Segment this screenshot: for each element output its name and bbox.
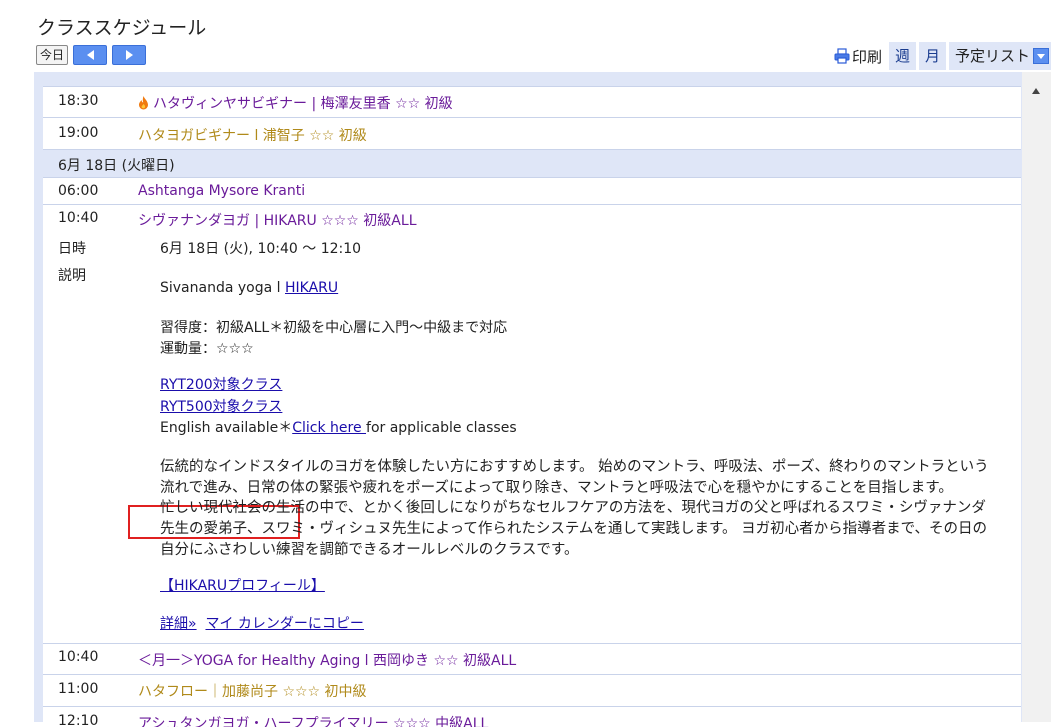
copy-to-calendar-link[interactable]: マイ カレンダーにコピー bbox=[205, 616, 363, 632]
event-title[interactable]: ハタフロー｜加藤尚子 ☆☆☆ 初中級 bbox=[138, 681, 367, 701]
dropdown-button[interactable] bbox=[1033, 48, 1049, 64]
event-row-expanded[interactable]: 10:40 シヴァナンダヨガ | HIKARU ☆☆☆ 初級ALL 日時 説明 … bbox=[43, 205, 1021, 644]
ryt200-link[interactable]: RYT200対象クラス bbox=[160, 377, 282, 393]
tab-week[interactable]: 週 bbox=[888, 42, 916, 70]
event-time: 19:00 bbox=[58, 125, 99, 141]
level-text: 習得度：初級ALL＊初級を中心層に入門～中級まで対応 bbox=[160, 320, 508, 336]
event-time: 10:40 bbox=[58, 210, 99, 226]
print-button[interactable]: 印刷 bbox=[834, 46, 882, 67]
next-button[interactable] bbox=[112, 45, 147, 65]
paragraph-line: 忙しい現代社会の生活の中で、とかく後回しになりがちなセルフケアの方法を、現代ヨガ… bbox=[160, 500, 986, 516]
description-label: 説明 bbox=[58, 268, 86, 284]
navigation-toolbar: 今日 bbox=[36, 45, 147, 65]
event-row[interactable]: 11:00 ハタフロー｜加藤尚子 ☆☆☆ 初中級 bbox=[43, 675, 1021, 707]
view-toolbar: 印刷 週 月 予定リスト bbox=[834, 42, 1051, 70]
event-row[interactable]: 06:00 Ashtanga Mysore Kranti bbox=[43, 178, 1021, 205]
chevron-down-icon bbox=[1037, 53, 1045, 59]
action-links: 詳細» マイ カレンダーにコピー bbox=[160, 613, 364, 633]
paragraph-line: 流れで進み、日常の体の緊張や疲れをポーズによって取り除き、マントラと呼吸法で心を… bbox=[160, 480, 953, 496]
event-datetime: 6月 18日 (火), 10:40 ～ 12:10 bbox=[160, 241, 362, 257]
click-here-link[interactable]: Click here bbox=[292, 420, 366, 436]
print-label: 印刷 bbox=[851, 47, 882, 66]
tab-month[interactable]: 月 bbox=[918, 42, 946, 70]
paragraph-line: 自分にふさわしい練習を調節できるオールレベルのクラスです。 bbox=[160, 542, 579, 558]
event-time: 11:00 bbox=[58, 681, 99, 697]
paragraph-line: 先生の愛弟子、スワミ・ヴィシュヌ先生によって作られたシステムを通して実践します。… bbox=[160, 521, 988, 537]
event-time: 10:40 bbox=[58, 649, 99, 665]
event-row[interactable]: 19:00 ハタヨガビギナー l 浦智子 ☆☆ 初級 bbox=[43, 118, 1021, 150]
today-button[interactable]: 今日 bbox=[36, 45, 69, 65]
profile-link[interactable]: 【HIKARUプロフィール】 bbox=[160, 578, 325, 594]
ryt200-line: RYT200対象クラス bbox=[160, 374, 282, 394]
event-row[interactable]: 12:10 アシュタンガヨガ・ハーフプライマリー ☆☆☆ 中級ALL bbox=[43, 707, 1021, 727]
ryt500-link[interactable]: RYT500対象クラス bbox=[160, 399, 282, 415]
agenda-list[interactable]: 18:30 ハタヴィンヤサビギナー | 梅澤友里香 ☆☆ 初級 19:00 ハタ… bbox=[43, 86, 1021, 727]
event-time: 12:10 bbox=[58, 713, 99, 727]
hikaru-link[interactable]: HIKARU bbox=[285, 280, 338, 296]
event-row[interactable]: 18:30 ハタヴィンヤサビギナー | 梅澤友里香 ☆☆ 初級 bbox=[43, 87, 1021, 118]
event-title[interactable]: ハタヨガビギナー l 浦智子 ☆☆ 初級 bbox=[138, 125, 367, 145]
description-prefix: Sivananda yoga l bbox=[160, 280, 285, 296]
event-title[interactable]: ハタヴィンヤサビギナー | 梅澤友里香 ☆☆ 初級 bbox=[138, 93, 453, 113]
date-header-label: 6月 18日 (火曜日) bbox=[58, 158, 175, 174]
date-header: 6月 18日 (火曜日) bbox=[43, 150, 1021, 178]
arrow-right-icon bbox=[125, 50, 133, 60]
english-suffix: for applicable classes bbox=[366, 420, 517, 436]
scrollbar[interactable] bbox=[1022, 72, 1051, 722]
event-title[interactable]: ＜月一＞YOGA for Healthy Aging l 西岡ゆき ☆☆ 初級A… bbox=[138, 650, 516, 670]
paragraph-line: 伝統的なインドスタイルのヨガを体験したい方におすすめします。 始めのマントラ、呼… bbox=[160, 459, 989, 475]
scroll-up-icon[interactable] bbox=[1032, 88, 1040, 94]
exercise-text: 運動量：☆☆☆ bbox=[160, 341, 254, 357]
event-row[interactable]: 10:40 ＜月一＞YOGA for Healthy Aging l 西岡ゆき … bbox=[43, 644, 1021, 675]
printer-icon bbox=[834, 48, 850, 64]
tab-agenda-label: 予定リスト bbox=[954, 47, 1030, 65]
arrow-left-icon bbox=[86, 50, 94, 60]
page-title: クラススケジュール bbox=[37, 17, 207, 39]
previous-button[interactable] bbox=[73, 45, 108, 65]
english-prefix: English available＊ bbox=[160, 420, 293, 436]
event-title[interactable]: シヴァナンダヨガ | HIKARU ☆☆☆ 初級ALL bbox=[138, 210, 417, 230]
event-time: 18:30 bbox=[58, 93, 99, 109]
event-title[interactable]: アシュタンガヨガ・ハーフプライマリー ☆☆☆ 中級ALL bbox=[138, 713, 488, 727]
english-line: English available＊Click here for applica… bbox=[160, 417, 517, 437]
datetime-label: 日時 bbox=[58, 241, 86, 257]
event-time: 06:00 bbox=[58, 183, 99, 199]
fire-icon bbox=[139, 96, 148, 110]
description-line: Sivananda yoga l HIKARU bbox=[160, 280, 338, 296]
tab-agenda[interactable]: 予定リスト bbox=[948, 42, 1051, 70]
details-link[interactable]: 詳細» bbox=[160, 616, 197, 632]
agenda-frame: 18:30 ハタヴィンヤサビギナー | 梅澤友里香 ☆☆ 初級 19:00 ハタ… bbox=[34, 72, 1051, 727]
event-title[interactable]: Ashtanga Mysore Kranti bbox=[138, 183, 305, 199]
ryt500-line: RYT500対象クラス bbox=[160, 396, 282, 416]
profile-line: 【HIKARUプロフィール】 bbox=[160, 575, 325, 595]
event-title-text: ハタヴィンヤサビギナー | 梅澤友里香 ☆☆ 初級 bbox=[153, 96, 453, 112]
